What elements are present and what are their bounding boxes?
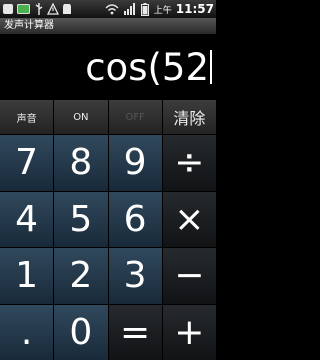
status-right: 上午 11:57 <box>105 2 214 16</box>
app-title: 发声计算器 <box>0 18 216 34</box>
key-8[interactable]: 8 <box>54 135 108 191</box>
cell-signal-icon <box>123 2 136 16</box>
minus-button[interactable]: − <box>162 248 216 304</box>
clock: 11:57 <box>175 2 214 16</box>
key-0[interactable]: 0 <box>54 304 108 360</box>
decimal-point-button[interactable]: . <box>0 304 54 360</box>
plus-button[interactable]: + <box>162 304 216 360</box>
wifi-icon <box>105 2 119 16</box>
divide-button[interactable]: ÷ <box>162 135 216 191</box>
usb-icon <box>34 2 44 16</box>
am-pm-label: 上午 <box>153 5 172 16</box>
clear-button[interactable]: 清除 <box>162 100 216 134</box>
sound-off-button[interactable]: OFF <box>108 100 162 134</box>
multiply-button[interactable]: × <box>162 191 216 247</box>
sound-on-button[interactable]: ON <box>54 100 108 134</box>
sd-card-icon <box>62 2 72 16</box>
key-9[interactable]: 9 <box>108 135 162 191</box>
key-7[interactable]: 7 <box>0 135 54 191</box>
key-2[interactable]: 2 <box>54 248 108 304</box>
key-3[interactable]: 3 <box>108 248 162 304</box>
key-4[interactable]: 4 <box>0 191 54 247</box>
key-6[interactable]: 6 <box>108 191 162 247</box>
sound-button[interactable]: 声音 <box>0 100 54 134</box>
battery-icon <box>140 2 149 16</box>
calculator-display: cos(52 <box>0 34 216 100</box>
warning-icon <box>47 2 59 16</box>
battery-saver-icon <box>17 2 31 16</box>
key-5[interactable]: 5 <box>54 191 108 247</box>
equals-button[interactable]: = <box>108 304 162 360</box>
function-row: 声音 ON OFF 清除 <box>0 100 216 134</box>
status-bar: 上午 11:57 <box>0 0 216 18</box>
key-1[interactable]: 1 <box>0 248 54 304</box>
expression-text: cos(52 <box>85 45 209 89</box>
text-cursor <box>210 50 212 84</box>
app-notification-icon <box>2 2 14 16</box>
keypad: 7 8 9 ÷ 4 5 6 × 1 2 3 − . 0 = + <box>0 135 216 360</box>
